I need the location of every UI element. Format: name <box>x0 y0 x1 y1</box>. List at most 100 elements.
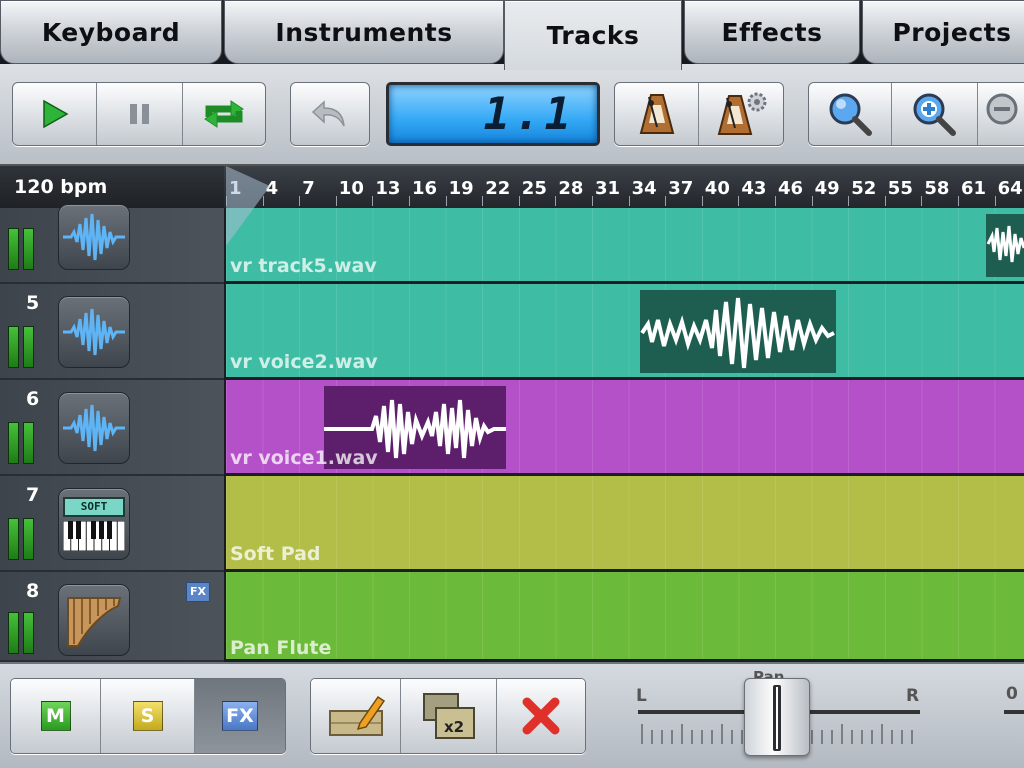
tab-instruments[interactable]: Instruments <box>224 0 504 64</box>
track-header[interactable]: 5 <box>0 284 224 380</box>
clip-name: vr voice1.wav <box>230 447 378 469</box>
tab-bar: Keyboard Instruments Tracks Effects Proj… <box>0 0 1024 70</box>
pencil-edit-icon <box>328 695 385 736</box>
metronome-group <box>614 82 784 146</box>
delete-x-icon <box>522 697 560 735</box>
undo-button[interactable] <box>291 83 369 145</box>
instrument-button[interactable] <box>58 296 130 368</box>
edit-region-button[interactable] <box>311 679 401 753</box>
tab-effects[interactable]: Effects <box>684 0 860 64</box>
instrument-button[interactable] <box>58 392 130 464</box>
keyboard-keys-icon <box>63 521 125 551</box>
loop-button[interactable] <box>183 83 265 145</box>
undo-group <box>290 82 370 146</box>
delete-button[interactable] <box>497 679 585 753</box>
track-header[interactable]: 6 <box>0 380 224 476</box>
ruler-tick: 19 <box>448 178 474 199</box>
track-row-4[interactable]: vr track5.wav <box>0 204 1024 284</box>
track-header[interactable]: 7 SOFT <box>0 476 224 572</box>
svg-text:x2: x2 <box>444 718 464 736</box>
track-lane[interactable]: Soft Pad <box>226 476 1024 572</box>
pan-slider[interactable]: Pan L R <box>630 664 930 768</box>
ruler-tick: 64 <box>997 178 1022 199</box>
track-header[interactable] <box>0 204 224 284</box>
pan-flute-icon <box>67 597 122 647</box>
ruler-tick: 61 <box>961 178 987 199</box>
level-meter <box>8 326 34 368</box>
ruler-tick: 49 <box>814 178 840 199</box>
ruler-tick: 25 <box>521 178 547 199</box>
ruler-tick: 58 <box>924 178 950 199</box>
tracks-app: Keyboard Instruments Tracks Effects Proj… <box>0 0 1024 768</box>
track-lane[interactable]: vr voice2.wav <box>226 284 1024 380</box>
instrument-button[interactable] <box>58 584 130 656</box>
track-row-8[interactable]: 8 FX Pan Flute <box>0 572 1024 662</box>
instrument-button[interactable] <box>58 204 130 270</box>
metronome-button[interactable] <box>615 83 699 145</box>
zoom-out-button[interactable] <box>977 83 1024 145</box>
track-lane[interactable]: vr voice1.wav <box>226 380 1024 476</box>
zoom-button[interactable] <box>809 83 893 145</box>
clip-name: vr track5.wav <box>230 255 377 277</box>
level-meter <box>8 612 34 654</box>
ruler-tick: 52 <box>851 178 877 199</box>
ruler-tick: 46 <box>778 178 804 199</box>
duplicate-button[interactable]: x2 <box>401 679 497 753</box>
pan-knob[interactable] <box>744 678 810 756</box>
waveform-icon <box>63 213 125 261</box>
ruler-tick: 55 <box>887 178 913 199</box>
zoom-out-icon <box>986 93 1018 125</box>
fx-button[interactable]: FX <box>195 679 285 753</box>
metronome-icon <box>639 94 674 134</box>
ruler-tick: 16 <box>412 178 438 199</box>
tempo-label[interactable]: 120 bpm <box>0 166 224 208</box>
waveform-icon <box>63 404 125 452</box>
timeline-ruler[interactable]: 120 bpm 1 4 7 10 13 16 19 22 25 28 31 34 37 40 43 46 49 5… <box>0 166 1024 208</box>
ruler-tick: 43 <box>741 178 767 199</box>
track-number: 7 <box>26 484 40 506</box>
track-lane[interactable]: vr track5.wav <box>226 208 1024 284</box>
transport-group <box>12 82 266 146</box>
waveform-graphic <box>986 225 1024 263</box>
mute-solo-fx-group: M S FX <box>10 678 286 754</box>
pan-left-label: L <box>636 686 647 706</box>
ruler-tick: 13 <box>375 178 401 199</box>
metronome-settings-icon <box>717 92 767 135</box>
volume-track[interactable] <box>1004 710 1024 714</box>
transport-toolbar: 1.1 <box>0 64 1024 166</box>
waveform-graphic <box>640 297 835 369</box>
solo-icon: S <box>132 701 163 731</box>
undo-icon <box>311 100 345 127</box>
track-row-6[interactable]: 6 vr voice1.wav <box>0 380 1024 476</box>
mute-icon: M <box>40 701 71 731</box>
track-number: 6 <box>26 388 40 410</box>
track-header[interactable]: 8 FX <box>0 572 224 662</box>
tab-tracks[interactable]: Tracks <box>504 0 682 70</box>
ruler-tick: 22 <box>485 178 511 199</box>
audio-region[interactable] <box>986 214 1024 277</box>
edit-group: x2 <box>310 678 586 754</box>
metronome-settings-button[interactable] <box>699 83 783 145</box>
instrument-button[interactable]: SOFT <box>58 488 130 560</box>
ruler-tick: 37 <box>668 178 694 199</box>
track-number: 8 <box>26 580 40 602</box>
zoom-in-button[interactable] <box>892 83 978 145</box>
track-row-5[interactable]: 5 vr voice2.wav <box>0 284 1024 380</box>
audio-region[interactable] <box>640 290 836 373</box>
pause-button[interactable] <box>97 83 183 145</box>
duplicate-x2-icon: x2 <box>422 693 475 739</box>
track-row-7[interactable]: 7 SOFT Soft Pad <box>0 476 1024 572</box>
pan-right-label: R <box>906 686 920 706</box>
track-lane[interactable]: Pan Flute <box>226 572 1024 662</box>
pause-icon <box>129 104 149 124</box>
tab-projects[interactable]: Projects <box>862 0 1024 64</box>
tab-keyboard[interactable]: Keyboard <box>0 0 222 64</box>
track-number: 5 <box>26 292 40 314</box>
ruler-tick: 10 <box>338 178 364 199</box>
play-button[interactable] <box>13 83 97 145</box>
loop-icon <box>204 100 244 128</box>
mute-button[interactable]: M <box>11 679 101 753</box>
fx-badge[interactable]: FX <box>186 582 210 602</box>
solo-button[interactable]: S <box>101 679 195 753</box>
ruler-tick: 40 <box>704 178 730 199</box>
